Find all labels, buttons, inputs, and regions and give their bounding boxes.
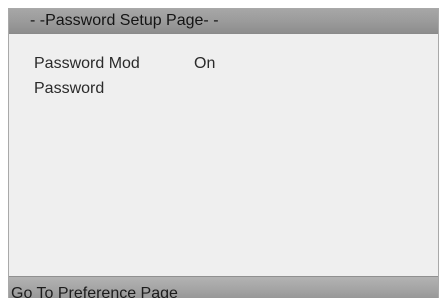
password-mode-value[interactable]: On: [194, 55, 215, 73]
title-bar: - -Password Setup Page- -: [9, 9, 438, 34]
footer-bar: Go To Preference Page: [9, 276, 438, 298]
setting-row-password[interactable]: Password: [9, 80, 438, 102]
password-label: Password: [34, 80, 105, 97]
password-setup-menu: - -Password Setup Page- - Password Mod O…: [8, 8, 439, 298]
setting-row-password-mode[interactable]: Password Mod On: [9, 55, 438, 77]
page-title: - -Password Setup Page- -: [30, 12, 219, 29]
password-mode-label: Password Mod: [34, 55, 140, 72]
footer-hint: Go To Preference Page: [11, 285, 178, 298]
